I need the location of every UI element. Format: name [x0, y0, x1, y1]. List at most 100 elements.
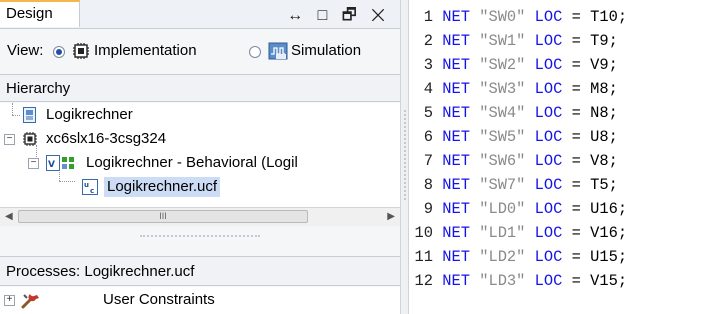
signal-name: "SW7" [479, 176, 526, 194]
project-icon [23, 107, 36, 123]
pin-assignment: M8; [590, 80, 618, 98]
implementation-radio[interactable] [53, 46, 65, 58]
pin-assignment: U16; [590, 200, 628, 218]
loc-keyword: LOC [534, 128, 563, 146]
expander-icon[interactable]: − [28, 158, 39, 169]
splitter-grip[interactable] [404, 110, 406, 200]
equals-sign: = [571, 152, 581, 170]
net-keyword: NET [442, 128, 470, 146]
pin-assignment: V16; [590, 224, 628, 242]
tree-node-label: xc6slx16-3csg324 [46, 130, 167, 147]
signal-name: "SW6" [479, 152, 526, 170]
tree-connector [12, 103, 13, 115]
net-keyword: NET [442, 56, 470, 74]
chip-icon [23, 132, 37, 146]
signal-name: "SW1" [479, 32, 526, 50]
line-number: 1 [423, 8, 433, 26]
vhdl-module-icon: V [46, 155, 74, 171]
hierarchy-tree: Logikrechner − xc6slx16-3csg324 − V Logi… [0, 103, 400, 207]
code-line[interactable]: 12 NET "LD3" LOC = V15; [409, 270, 717, 293]
expander-icon[interactable]: + [4, 295, 15, 306]
signal-name: "LD1" [479, 224, 526, 242]
scrollbar-thumb[interactable]: III [18, 210, 308, 223]
code-line[interactable]: 2 NET "SW1" LOC = T9; [409, 30, 717, 53]
line-number: 7 [423, 152, 433, 170]
equals-sign: = [571, 80, 581, 98]
pin-assignment: T10; [590, 8, 628, 26]
code-line[interactable]: 7 NET "SW6" LOC = V8; [409, 150, 717, 173]
simulation-option-label[interactable]: Simulation [291, 42, 361, 59]
code-line[interactable]: 5 NET "SW4" LOC = N8; [409, 102, 717, 125]
scroll-right-icon[interactable]: ▶ [387, 211, 395, 222]
svg-text:c: c [90, 187, 94, 195]
tools-icon [21, 294, 39, 309]
simulation-radio[interactable] [249, 46, 261, 58]
ucf-file-icon: u c [82, 179, 98, 195]
equals-sign: = [571, 56, 581, 74]
equals-sign: = [571, 128, 581, 146]
tree-connector [59, 181, 75, 182]
expander-icon[interactable]: − [4, 134, 15, 145]
scroll-left-icon[interactable]: ◀ [5, 211, 13, 222]
equals-sign: = [571, 8, 581, 26]
line-number: 2 [423, 32, 433, 50]
tree-node-label: Logikrechner [46, 106, 133, 123]
design-panel: Design ↔ □ 🗗 ✕ View: Implementation Simu… [0, 0, 400, 314]
signal-name: "SW4" [479, 104, 526, 122]
net-keyword: NET [442, 200, 470, 218]
code-line[interactable]: 3 NET "SW2" LOC = V9; [409, 54, 717, 77]
equals-sign: = [571, 200, 581, 218]
loc-keyword: LOC [534, 248, 563, 266]
signal-name: "SW3" [479, 80, 526, 98]
code-line[interactable]: 6 NET "SW5" LOC = U8; [409, 126, 717, 149]
pin-assignment: U8; [590, 128, 618, 146]
line-number: 4 [423, 80, 433, 98]
net-keyword: NET [442, 32, 470, 50]
tree-connector [12, 115, 20, 116]
splitter-grip[interactable] [140, 235, 260, 237]
net-keyword: NET [442, 104, 470, 122]
loc-keyword: LOC [534, 32, 563, 50]
process-item-user-constraints[interactable]: + User Constraints [0, 287, 400, 314]
code-line[interactable]: 10 NET "LD1" LOC = V16; [409, 222, 717, 245]
signal-name: "SW2" [479, 56, 526, 74]
panel-splitter[interactable] [0, 226, 400, 246]
code-line[interactable]: 9 NET "LD0" LOC = U16; [409, 198, 717, 221]
tab-design[interactable]: Design [0, 0, 80, 27]
loc-keyword: LOC [534, 152, 563, 170]
pin-assignment: U15; [590, 248, 628, 266]
net-keyword: NET [442, 176, 470, 194]
svg-text:u: u [84, 181, 89, 189]
pin-assignment: V8; [590, 152, 618, 170]
pin-assignment: N8; [590, 104, 618, 122]
code-line[interactable]: 11 NET "LD2" LOC = U15; [409, 246, 717, 269]
equals-sign: = [571, 224, 581, 242]
ucf-code-editor[interactable]: 1 NET "SW0" LOC = T10; 2 NET "SW1" LOC = … [409, 0, 717, 314]
vertical-splitter[interactable] [400, 0, 409, 314]
line-number: 11 [414, 248, 433, 266]
net-keyword: NET [442, 152, 470, 170]
design-tab-bar: Design ↔ □ 🗗 ✕ [0, 0, 400, 29]
line-number: 9 [423, 200, 433, 218]
panel-window-controls[interactable]: ↔ □ 🗗 ✕ [287, 4, 390, 31]
hierarchy-horizontal-scrollbar[interactable]: ◀ III ▶ [0, 207, 400, 227]
signal-name: "LD2" [479, 248, 526, 266]
view-label: View: [7, 42, 44, 59]
line-number: 3 [423, 56, 433, 74]
implementation-option-label[interactable]: Implementation [94, 42, 197, 59]
net-keyword: NET [442, 224, 470, 242]
code-line[interactable]: 4 NET "SW3" LOC = M8; [409, 78, 717, 101]
code-line[interactable]: 1 NET "SW0" LOC = T10; [409, 6, 717, 29]
loc-keyword: LOC [534, 224, 563, 242]
tree-node-label: Logikrechner.ucf [104, 177, 221, 197]
implementation-icon [73, 43, 89, 59]
equals-sign: = [571, 176, 581, 194]
line-number: 6 [423, 128, 433, 146]
code-line[interactable]: 8 NET "SW7" LOC = T5; [409, 174, 717, 197]
equals-sign: = [571, 272, 581, 290]
net-keyword: NET [442, 8, 470, 26]
pin-assignment: V9; [590, 56, 618, 74]
line-number: 10 [414, 224, 433, 242]
loc-keyword: LOC [534, 272, 563, 290]
pin-assignment: T9; [590, 32, 618, 50]
